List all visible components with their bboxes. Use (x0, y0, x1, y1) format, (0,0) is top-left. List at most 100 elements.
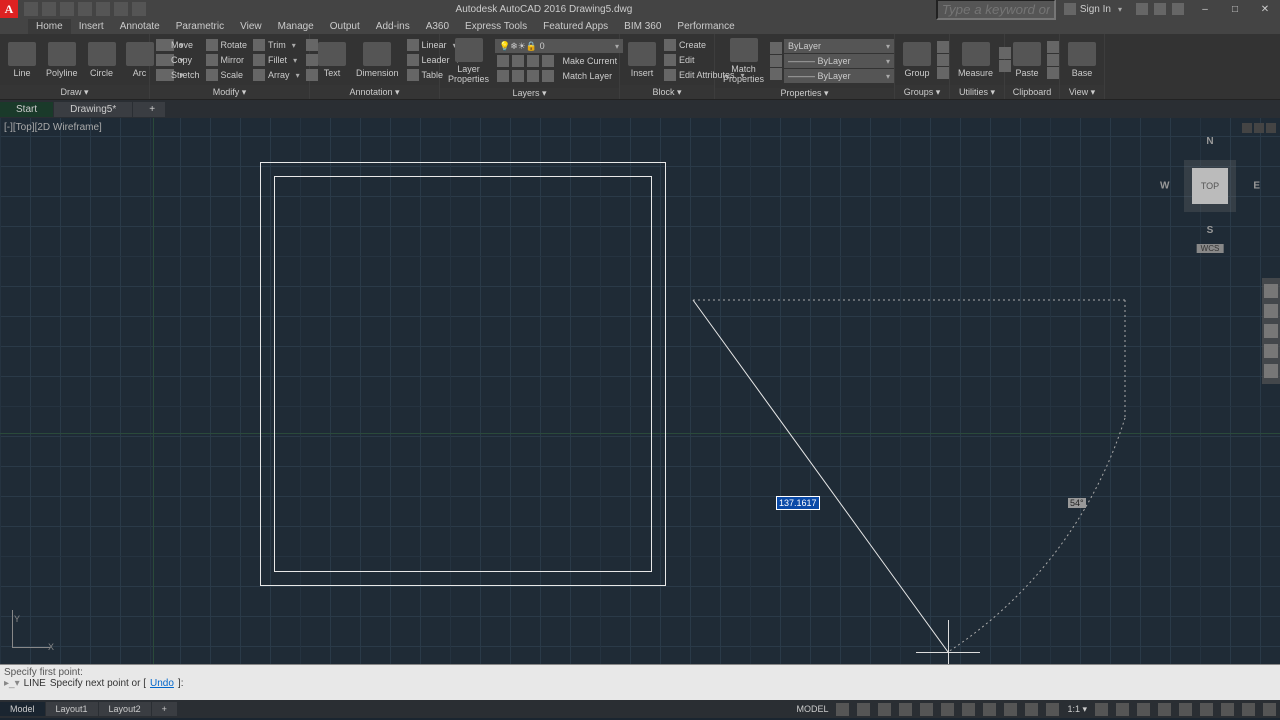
status-annomon-icon[interactable] (1112, 701, 1133, 718)
tab-view[interactable]: View (232, 19, 270, 34)
panel-block-title[interactable]: Block ▾ (620, 85, 714, 99)
layout1-tab[interactable]: Layout1 (46, 702, 98, 716)
qat-open[interactable] (42, 2, 56, 16)
panel-draw-title[interactable]: Draw ▾ (0, 85, 149, 99)
nav-wheel-icon[interactable] (1264, 284, 1278, 298)
color-dropdown[interactable]: ByLayer (784, 39, 894, 53)
viewcube-e[interactable]: E (1253, 181, 1260, 192)
prop-ico3[interactable] (770, 68, 782, 80)
nav-orbit-icon[interactable] (1264, 344, 1278, 358)
status-ortho-icon[interactable] (874, 701, 895, 718)
status-scale[interactable]: 1:1 ▾ (1063, 702, 1091, 717)
viewcube[interactable]: N S E W TOP WCS (1160, 136, 1260, 236)
nav-showmotion-icon[interactable] (1264, 364, 1278, 378)
dimension-button[interactable]: Dimension (352, 40, 403, 80)
drawing-area[interactable]: [-][Top][2D Wireframe] 137.1617 54° Y X … (0, 118, 1280, 664)
layout2-tab[interactable]: Layout2 (99, 702, 151, 716)
tab-bim360[interactable]: BIM 360 (616, 19, 669, 34)
panel-annotation-title[interactable]: Annotation ▾ (310, 85, 439, 99)
tab-manage[interactable]: Manage (270, 19, 322, 34)
qat-plot[interactable] (96, 2, 110, 16)
status-annoscale-icon[interactable] (1042, 701, 1063, 718)
status-osnap-icon[interactable] (916, 701, 937, 718)
viewcube-w[interactable]: W (1160, 181, 1169, 192)
status-snap-icon[interactable] (853, 701, 874, 718)
maximize-button[interactable]: □ (1220, 4, 1250, 15)
tab-a360[interactable]: A360 (418, 19, 457, 34)
panel-layers-title[interactable]: Layers ▾ (440, 88, 619, 99)
match-properties-button[interactable]: Match Properties (719, 36, 768, 86)
tab-addins[interactable]: Add-ins (368, 19, 418, 34)
tab-annotate[interactable]: Annotate (112, 19, 168, 34)
model-tab[interactable]: Model (0, 702, 45, 716)
qat-undo[interactable] (114, 2, 128, 16)
scale-button[interactable]: Scale (204, 68, 250, 82)
tab-insert[interactable]: Insert (71, 19, 112, 34)
linetype-dropdown[interactable]: ——— ByLayer (784, 69, 894, 83)
clip-i2[interactable] (1047, 54, 1059, 66)
qat-new[interactable] (24, 2, 38, 16)
lineweight-dropdown[interactable]: ——— ByLayer (784, 54, 894, 68)
qat-save[interactable] (60, 2, 74, 16)
status-polar-icon[interactable] (895, 701, 916, 718)
status-custom-icon[interactable] (1259, 701, 1280, 718)
panel-utilities-title[interactable]: Utilities ▾ (950, 85, 1004, 99)
grp-i2[interactable] (937, 54, 949, 66)
tab-output[interactable]: Output (322, 19, 368, 34)
fillet-button[interactable]: Fillet (251, 53, 302, 67)
help-icon[interactable] (1172, 3, 1184, 15)
stretch-button[interactable]: Stretch (154, 68, 202, 82)
text-button[interactable]: Text (314, 40, 350, 80)
close-button[interactable]: ✕ (1250, 4, 1280, 15)
status-gizmo-icon[interactable] (1021, 701, 1042, 718)
status-lock-icon[interactable] (1175, 701, 1196, 718)
panel-properties-title[interactable]: Properties ▾ (715, 88, 894, 99)
move-button[interactable]: Move (154, 38, 202, 52)
search-input[interactable] (936, 0, 1056, 20)
viewcube-top[interactable]: TOP (1192, 168, 1228, 204)
status-model-button[interactable]: MODEL (792, 702, 832, 716)
base-button[interactable]: Base (1064, 40, 1100, 80)
prop-ico2[interactable] (770, 55, 782, 67)
status-qs-icon[interactable] (1154, 701, 1175, 718)
trim-button[interactable]: Trim (251, 38, 302, 52)
grp-i1[interactable] (937, 41, 949, 53)
layer-dropdown[interactable]: 💡❄☀🔒 0 (495, 39, 623, 53)
filetab-new[interactable]: + (133, 102, 165, 117)
panel-modify-title[interactable]: Modify ▾ (150, 85, 309, 99)
app-logo[interactable]: A (0, 0, 18, 18)
clip-i1[interactable] (1047, 41, 1059, 53)
prompt-option-undo[interactable]: Undo (150, 678, 174, 689)
status-ws-icon[interactable] (1091, 701, 1112, 718)
polyline-button[interactable]: Polyline (42, 40, 82, 80)
tab-performance[interactable]: Performance (669, 19, 742, 34)
rotate-button[interactable]: Rotate (204, 38, 250, 52)
grp-i3[interactable] (937, 67, 949, 79)
paste-button[interactable]: Paste (1009, 40, 1045, 80)
measure-button[interactable]: Measure (954, 40, 997, 80)
clip-i3[interactable] (1047, 67, 1059, 79)
status-otrack-icon[interactable] (937, 701, 958, 718)
status-lwt-icon[interactable] (958, 701, 979, 718)
viewcube-wcs[interactable]: WCS (1197, 244, 1224, 253)
color-swatch[interactable] (770, 42, 782, 54)
insert-button[interactable]: Insert (624, 40, 660, 80)
tab-parametric[interactable]: Parametric (168, 19, 232, 34)
signin-button[interactable]: Sign In (1056, 3, 1130, 15)
status-hw-icon[interactable] (1217, 701, 1238, 718)
filetab-start[interactable]: Start (0, 102, 53, 117)
tab-featured[interactable]: Featured Apps (535, 19, 616, 34)
command-line[interactable]: Specify first point: ▸_▾ LINE Specify ne… (0, 664, 1280, 700)
layer-properties-button[interactable]: Layer Properties (444, 36, 493, 86)
panel-view-title[interactable]: View ▾ (1060, 85, 1104, 99)
array-button[interactable]: Array (251, 68, 302, 82)
tab-home[interactable]: Home (28, 19, 71, 34)
viewcube-n[interactable]: N (1206, 136, 1213, 147)
status-transparency-icon[interactable] (979, 701, 1000, 718)
nav-pan-icon[interactable] (1264, 304, 1278, 318)
nav-zoom-icon[interactable] (1264, 324, 1278, 338)
exchange-icon[interactable] (1136, 3, 1148, 15)
qat-saveas[interactable] (78, 2, 92, 16)
status-clean-icon[interactable] (1238, 701, 1259, 718)
line-button[interactable]: Line (4, 40, 40, 80)
